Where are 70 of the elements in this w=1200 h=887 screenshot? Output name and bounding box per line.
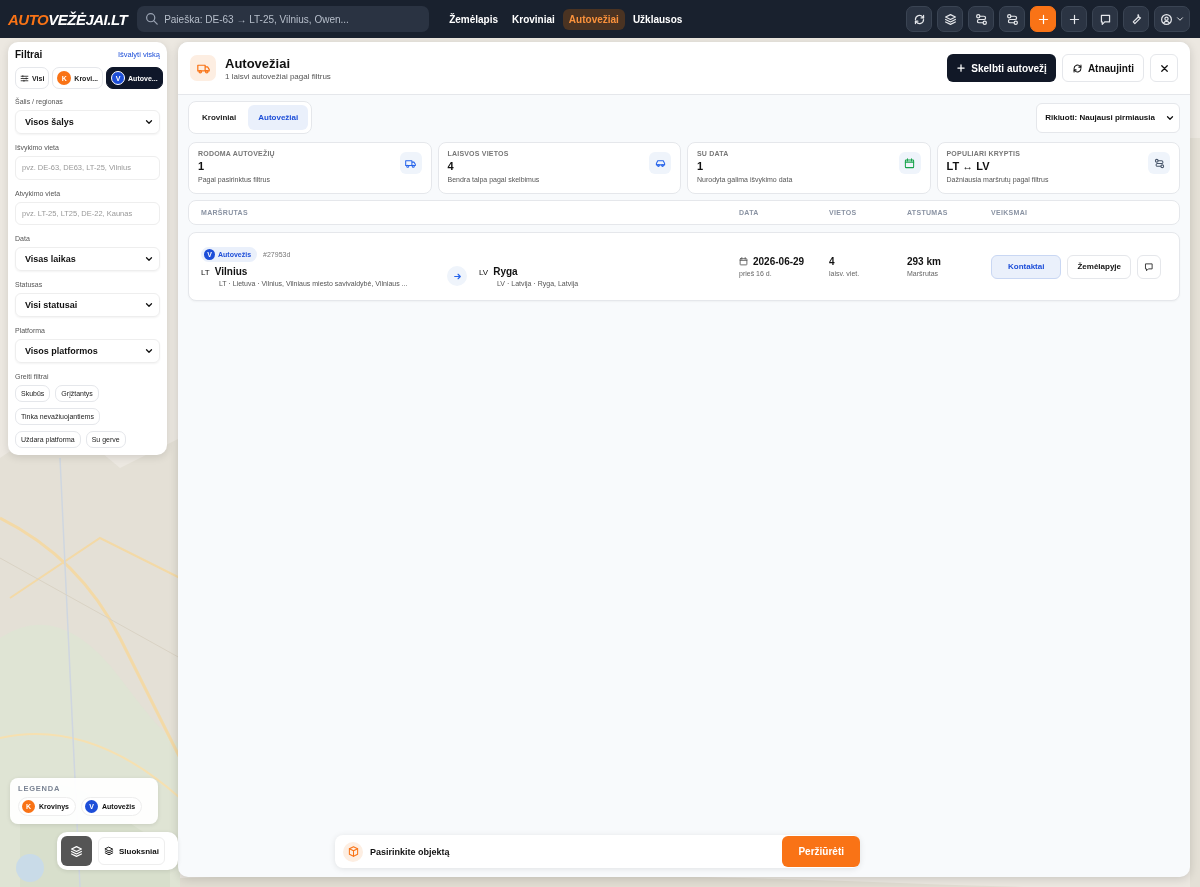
map-button[interactable]: Žemėlapyje	[1067, 254, 1132, 279]
nav-link[interactable]: Kroviniai	[506, 8, 561, 30]
route-button[interactable]	[999, 6, 1025, 32]
account-button[interactable]	[1154, 6, 1190, 32]
route-icon	[974, 12, 988, 26]
panel-title: Filtrai	[15, 49, 43, 60]
plus-icon	[1036, 12, 1050, 26]
stat-value: LT ↔ LV	[946, 160, 990, 172]
close-icon	[1158, 62, 1170, 74]
city-name: Ryga	[493, 265, 518, 277]
city-name: Vilnius	[214, 265, 248, 277]
refresh-button[interactable]: Atnaujinti	[1061, 54, 1144, 82]
truck-icon	[405, 157, 416, 169]
search-icon	[145, 12, 159, 25]
result-row[interactable]	[188, 232, 1180, 301]
stat-value: 1	[697, 160, 704, 172]
messages-button[interactable]	[1092, 6, 1118, 32]
arrow-icon	[452, 271, 462, 281]
post-button[interactable]: Skelbti autovežį	[947, 54, 1056, 82]
add-button[interactable]	[1061, 6, 1087, 32]
panel-subtitle: 1 laisvi autovežiai pagal filtrus	[225, 71, 331, 81]
user-icon	[1159, 12, 1173, 26]
route-button[interactable]	[968, 6, 994, 32]
nav-link[interactable]: Užklausos	[626, 8, 689, 30]
layers-button[interactable]	[937, 6, 963, 32]
layers-icon	[104, 846, 114, 856]
refresh-icon	[1071, 62, 1083, 74]
refresh-button[interactable]	[906, 6, 932, 32]
calendar-icon	[904, 157, 915, 169]
chat-icon	[1144, 261, 1155, 272]
dropdown[interactable]: Visi statusai	[15, 293, 160, 318]
plus-icon	[956, 63, 967, 73]
date-value: 2026-06-29	[753, 256, 805, 267]
tab[interactable]: Autovežiai	[248, 105, 309, 130]
tab[interactable]: Kroviniai	[192, 105, 247, 130]
dropdown[interactable]: Visos platformos	[15, 339, 160, 363]
nav-link[interactable]: Autovežiai	[562, 8, 625, 30]
nav-link[interactable]: Žemėlapis	[443, 8, 505, 30]
chat-icon	[1098, 12, 1112, 26]
close-button[interactable]	[1150, 54, 1178, 82]
car-icon	[654, 157, 666, 169]
layers-icon	[70, 844, 83, 858]
refresh-icon	[912, 12, 926, 26]
sliders-icon	[20, 73, 29, 83]
chevron-icon	[1174, 14, 1185, 24]
layers-icon	[943, 12, 957, 26]
panel-title: Autovežiai	[225, 55, 291, 71]
route-icon	[1005, 12, 1019, 26]
create-button[interactable]	[1030, 6, 1056, 32]
plus-icon	[1067, 12, 1081, 26]
dropdown[interactable]: Visos šalys	[15, 110, 160, 134]
search-field[interactable]: Paieška: DE-63 → LT-25, Vilnius, Owen...	[137, 6, 430, 32]
stat-value: 1	[198, 160, 205, 172]
layers-toggle[interactable]	[61, 836, 92, 866]
selection-text: Pasirinkite objektą	[370, 846, 450, 857]
route-icon	[1153, 157, 1165, 169]
layers-button[interactable]: Sluoksniai	[98, 837, 165, 865]
distance-value: 293 km	[907, 256, 942, 267]
calendar-icon	[739, 257, 748, 266]
logo[interactable]: AUTOVEŽĖJAI.LT	[8, 10, 128, 28]
country-code: LT	[201, 267, 210, 277]
message-button[interactable]	[1137, 254, 1162, 279]
seats-value: 4	[829, 256, 836, 267]
sort-dropdown[interactable]: Rikiuoti: Naujausi pirmiausia	[1036, 102, 1180, 133]
country-code: LV	[479, 267, 489, 277]
tools-button[interactable]	[1123, 6, 1149, 32]
stat-value: 4	[447, 160, 454, 172]
contacts-button[interactable]: Kontaktai	[991, 254, 1062, 279]
box-icon	[347, 846, 359, 857]
dropdown[interactable]: Visas laikas	[15, 247, 160, 272]
